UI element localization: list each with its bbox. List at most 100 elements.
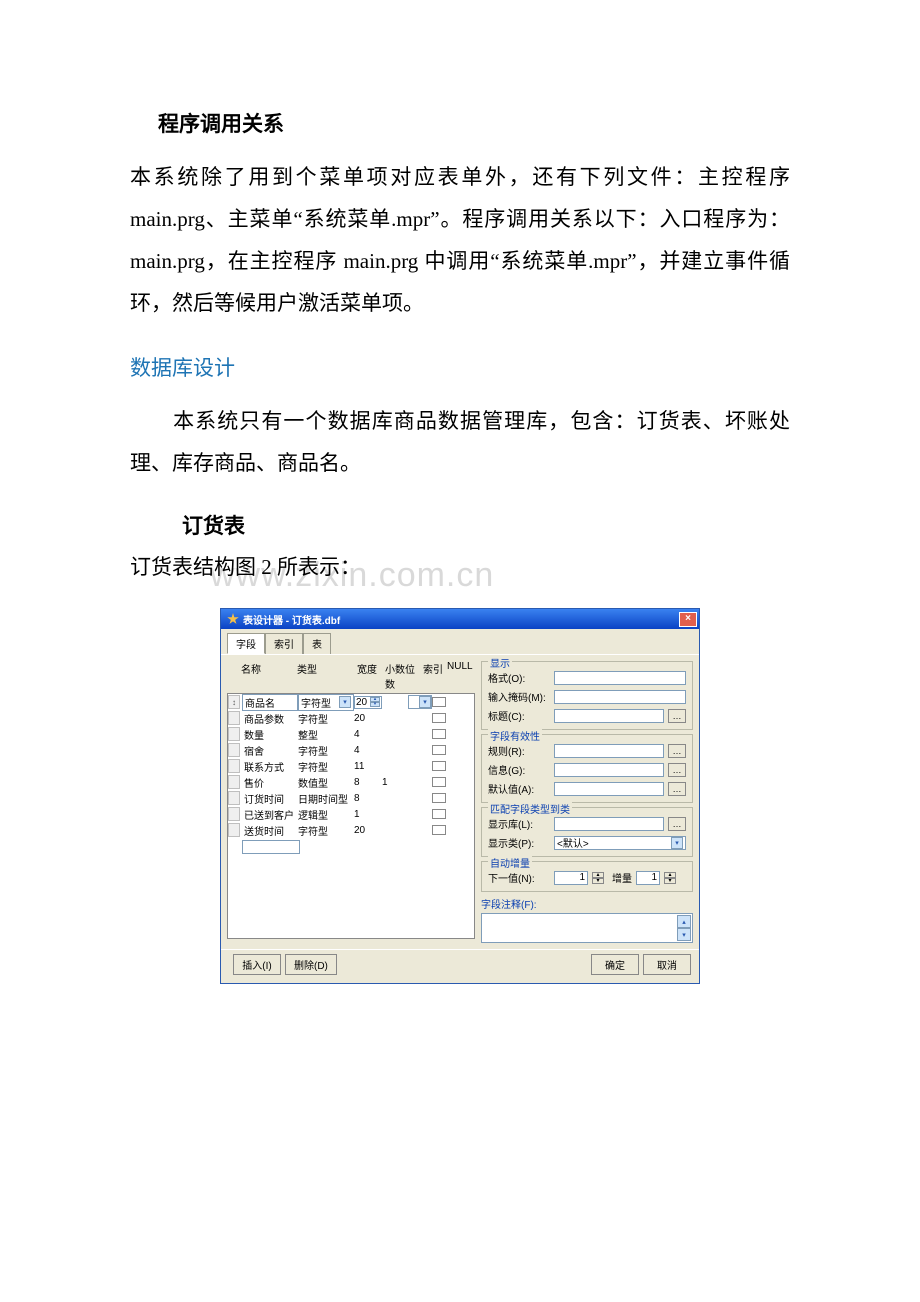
ellipsis-button-default[interactable]: … bbox=[668, 782, 686, 796]
cell-field-type[interactable]: 字符型 bbox=[298, 759, 354, 774]
cell-field-decimals[interactable]: 1 bbox=[382, 777, 408, 788]
cell-field-type[interactable]: 字符型▾ bbox=[298, 694, 354, 711]
cell-field-type[interactable]: 字符型 bbox=[298, 711, 354, 726]
input-step[interactable]: 1 bbox=[636, 871, 660, 885]
textarea-comment[interactable]: ▴ ▾ bbox=[481, 913, 693, 943]
cell-field-width[interactable]: 8 bbox=[354, 793, 382, 804]
row-handle[interactable] bbox=[228, 775, 240, 789]
chevron-down-icon[interactable]: ▾ bbox=[419, 696, 431, 708]
cell-field-null[interactable] bbox=[432, 793, 446, 803]
cell-field-width[interactable]: 20 bbox=[354, 825, 382, 836]
row-handle[interactable] bbox=[228, 727, 240, 741]
cell-field-type[interactable]: 数值型 bbox=[298, 775, 354, 790]
row-handle[interactable] bbox=[228, 823, 240, 837]
cell-field-name[interactable]: 商品名 bbox=[242, 694, 298, 711]
cell-field-width[interactable]: 1 bbox=[354, 809, 382, 820]
cancel-button[interactable]: 取消 bbox=[643, 954, 691, 975]
input-next-value[interactable]: 1 bbox=[554, 871, 588, 885]
cell-field-width[interactable]: 20 bbox=[354, 713, 382, 724]
spinner-width[interactable]: ▴▾ bbox=[370, 697, 380, 707]
scroll-up-icon[interactable]: ▴ bbox=[677, 915, 691, 928]
close-icon[interactable]: × bbox=[679, 612, 697, 627]
table-row[interactable]: ↕商品名字符型▾20▴▾▾ bbox=[228, 694, 474, 710]
label-format: 格式(O): bbox=[488, 670, 550, 685]
input-display-lib[interactable] bbox=[554, 817, 664, 831]
cell-field-width[interactable]: 4 bbox=[354, 729, 382, 740]
cell-field-type[interactable]: 逻辑型 bbox=[298, 807, 354, 822]
cell-field-null[interactable] bbox=[432, 777, 446, 787]
ok-button[interactable]: 确定 bbox=[591, 954, 639, 975]
cell-field-name[interactable]: 宿舍 bbox=[242, 743, 298, 758]
chevron-down-icon[interactable]: ▾ bbox=[339, 696, 351, 708]
fields-grid[interactable]: ↕商品名字符型▾20▴▾▾商品参数字符型20数量整型4宿舍字符型4联系方式字符型… bbox=[227, 693, 475, 939]
new-field-name-input[interactable] bbox=[242, 840, 300, 854]
cell-field-name[interactable]: 商品参数 bbox=[242, 711, 298, 726]
cell-field-null[interactable] bbox=[432, 697, 446, 707]
cell-field-name[interactable]: 数量 bbox=[242, 727, 298, 742]
table-row[interactable]: 商品参数字符型20 bbox=[228, 710, 474, 726]
input-rule[interactable] bbox=[554, 744, 664, 758]
cell-field-name[interactable]: 订货时间 bbox=[242, 791, 298, 806]
heading-database-design: 数据库设计 bbox=[130, 352, 790, 382]
insert-button[interactable]: 插入(I) bbox=[233, 954, 281, 975]
tabs-bar: 字段 索引 表 bbox=[221, 629, 699, 654]
row-handle[interactable] bbox=[228, 711, 240, 725]
row-handle[interactable] bbox=[228, 791, 240, 805]
table-row[interactable]: 已送到客户逻辑型1 bbox=[228, 806, 474, 822]
cell-field-width[interactable]: 4 bbox=[354, 745, 382, 756]
cell-field-name[interactable]: 售价 bbox=[242, 775, 298, 790]
group-validation: 字段有效性 规则(R): … 信息(G): … bbox=[481, 734, 693, 803]
group-autoinc: 自动增量 下一值(N): 1 ▴▾ 增量 1 ▴▾ bbox=[481, 861, 693, 892]
cell-field-null[interactable] bbox=[432, 745, 446, 755]
window-title: 表设计器 - 订货表.dbf bbox=[243, 612, 340, 627]
table-row[interactable]: 售价数值型81 bbox=[228, 774, 474, 790]
table-row[interactable]: 宿舍字符型4 bbox=[228, 742, 474, 758]
input-format[interactable] bbox=[554, 671, 686, 685]
ellipsis-button-display-lib[interactable]: … bbox=[668, 817, 686, 831]
window-titlebar[interactable]: 表设计器 - 订货表.dbf × bbox=[221, 609, 699, 629]
col-index-header: 索引 bbox=[423, 661, 447, 691]
input-info[interactable] bbox=[554, 763, 664, 777]
cell-field-null[interactable] bbox=[432, 761, 446, 771]
table-row[interactable]: 订货时间日期时间型8 bbox=[228, 790, 474, 806]
cell-field-width[interactable]: 11 bbox=[354, 761, 382, 772]
row-handle[interactable] bbox=[228, 743, 240, 757]
cell-field-type[interactable]: 整型 bbox=[298, 727, 354, 742]
tab-table[interactable]: 表 bbox=[303, 633, 331, 654]
label-rule: 规则(R): bbox=[488, 743, 550, 758]
input-caption[interactable] bbox=[554, 709, 664, 723]
cell-field-type[interactable]: 字符型 bbox=[298, 823, 354, 838]
cell-field-type[interactable]: 字符型 bbox=[298, 743, 354, 758]
app-icon bbox=[227, 613, 239, 625]
delete-button[interactable]: 删除(D) bbox=[285, 954, 337, 975]
input-default[interactable] bbox=[554, 782, 664, 796]
table-row[interactable]: 数量整型4 bbox=[228, 726, 474, 742]
scroll-down-icon[interactable]: ▾ bbox=[677, 928, 691, 941]
cell-field-null[interactable] bbox=[432, 729, 446, 739]
cell-field-null[interactable] bbox=[432, 825, 446, 835]
tab-index[interactable]: 索引 bbox=[265, 633, 303, 654]
tab-fields[interactable]: 字段 bbox=[227, 633, 265, 654]
row-handle[interactable]: ↕ bbox=[228, 695, 240, 709]
table-row[interactable]: 联系方式字符型11 bbox=[228, 758, 474, 774]
row-handle[interactable] bbox=[228, 807, 240, 821]
ellipsis-button-caption[interactable]: … bbox=[668, 709, 686, 723]
cell-field-name[interactable]: 送货时间 bbox=[242, 823, 298, 838]
cell-field-null[interactable] bbox=[432, 713, 446, 723]
chevron-down-icon[interactable]: ▾ bbox=[671, 837, 683, 849]
cell-field-type[interactable]: 日期时间型 bbox=[298, 791, 354, 806]
combo-display-class[interactable]: <默认> ▾ bbox=[554, 836, 686, 850]
row-handle[interactable] bbox=[228, 759, 240, 773]
cell-field-width[interactable]: 8 bbox=[354, 777, 382, 788]
input-mask[interactable] bbox=[554, 690, 686, 704]
table-row[interactable]: 送货时间字符型20 bbox=[228, 822, 474, 838]
cell-field-name[interactable]: 联系方式 bbox=[242, 759, 298, 774]
spinner-step[interactable]: ▴▾ bbox=[664, 872, 676, 884]
cell-field-name[interactable]: 已送到客户 bbox=[242, 807, 298, 822]
spinner-next-value[interactable]: ▴▾ bbox=[592, 872, 604, 884]
cell-field-index[interactable]: ▾ bbox=[408, 695, 432, 709]
cell-field-null[interactable] bbox=[432, 809, 446, 819]
ellipsis-button-rule[interactable]: … bbox=[668, 744, 686, 758]
cell-field-width[interactable]: 20▴▾ bbox=[354, 696, 382, 709]
ellipsis-button-info[interactable]: … bbox=[668, 763, 686, 777]
